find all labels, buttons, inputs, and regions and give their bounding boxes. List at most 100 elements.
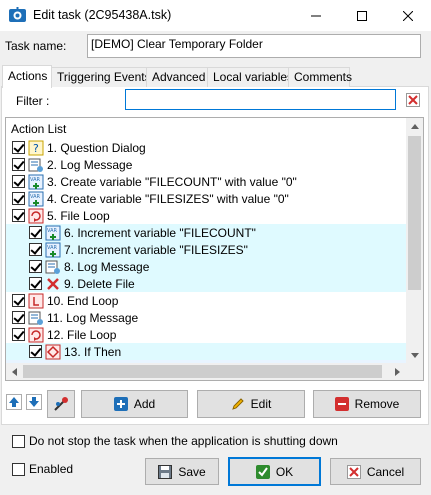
list-item[interactable]: VAR 3. Create variable "FILECOUNT" with … bbox=[6, 173, 408, 190]
svg-text:VAR: VAR bbox=[47, 245, 58, 251]
item-label: 12. File Loop bbox=[47, 327, 117, 342]
item-checkbox[interactable] bbox=[29, 277, 42, 290]
tab-triggering-events[interactable]: Triggering Events bbox=[51, 67, 151, 87]
ok-button-label: OK bbox=[275, 464, 294, 479]
item-label: 1. Question Dialog bbox=[47, 140, 146, 155]
list-item[interactable]: VAR 7. Increment variable "FILESIZES" bbox=[6, 241, 408, 258]
list-item[interactable]: ? 1. Question Dialog bbox=[6, 139, 408, 156]
minimize-button[interactable] bbox=[293, 0, 339, 31]
list-item[interactable]: 8. Log Message bbox=[6, 258, 408, 275]
ok-button[interactable]: OK bbox=[228, 457, 321, 486]
item-label: 7. Increment variable "FILESIZES" bbox=[64, 242, 248, 257]
item-checkbox[interactable] bbox=[29, 260, 42, 273]
svg-text:VAR: VAR bbox=[30, 194, 41, 200]
enabled-option[interactable]: Enabled bbox=[12, 462, 73, 476]
maximize-button[interactable] bbox=[339, 0, 385, 31]
svg-text:VAR: VAR bbox=[30, 177, 41, 183]
variable-icon: VAR bbox=[45, 242, 61, 257]
svg-text:?: ? bbox=[33, 142, 39, 155]
maximize-icon bbox=[357, 10, 367, 21]
item-label: 2. Log Message bbox=[47, 157, 133, 172]
floppy-icon bbox=[158, 464, 173, 479]
item-label: 4. Create variable "FILESIZES" with valu… bbox=[47, 191, 289, 206]
enabled-checkbox[interactable] bbox=[12, 462, 25, 476]
item-checkbox[interactable] bbox=[12, 158, 25, 171]
pencil-icon bbox=[231, 398, 244, 410]
list-item[interactable]: 12. File Loop bbox=[6, 326, 408, 343]
tab-comments[interactable]: Comments bbox=[288, 67, 352, 87]
item-label: 6. Increment variable "FILECOUNT" bbox=[64, 225, 256, 240]
clear-filter-icon bbox=[406, 93, 420, 107]
arrow-up-icon bbox=[9, 397, 19, 407]
item-checkbox[interactable] bbox=[12, 209, 25, 222]
list-item[interactable]: 11. Log Message bbox=[6, 309, 408, 326]
filter-label: Filter : bbox=[16, 94, 50, 108]
do-not-stop-checkbox[interactable] bbox=[12, 434, 25, 448]
vertical-scroll-thumb[interactable] bbox=[408, 136, 421, 290]
item-checkbox[interactable] bbox=[12, 141, 25, 154]
item-label: 3. Create variable "FILECOUNT" with valu… bbox=[47, 174, 297, 189]
item-checkbox[interactable] bbox=[12, 294, 25, 307]
item-checkbox[interactable] bbox=[12, 175, 25, 188]
log-icon bbox=[45, 260, 60, 274]
list-item[interactable]: 5. File Loop bbox=[6, 207, 408, 224]
move-down-button[interactable] bbox=[26, 394, 42, 410]
loop-icon bbox=[28, 208, 44, 223]
add-button[interactable]: Add bbox=[81, 390, 188, 418]
list-item[interactable]: 2. Log Message bbox=[6, 156, 408, 173]
item-checkbox[interactable] bbox=[29, 226, 42, 239]
remove-button[interactable]: Remove bbox=[313, 390, 421, 418]
minus-icon bbox=[334, 397, 349, 411]
horizontal-scroll-thumb[interactable] bbox=[23, 365, 382, 378]
action-list[interactable]: Action List ? 1. Question Dialog 2. Log … bbox=[5, 117, 424, 381]
svg-text:VAR: VAR bbox=[47, 228, 58, 234]
variable-icon: VAR bbox=[28, 191, 44, 206]
list-item[interactable]: 13. If Then bbox=[6, 343, 408, 360]
list-item[interactable]: VAR 4. Create variable "FILESIZES" with … bbox=[6, 190, 408, 207]
test-action-button[interactable] bbox=[47, 390, 75, 418]
horizontal-scrollbar[interactable] bbox=[6, 363, 423, 380]
enabled-label: Enabled bbox=[29, 462, 74, 476]
item-label: 8. Log Message bbox=[64, 259, 150, 274]
item-checkbox[interactable] bbox=[29, 243, 42, 256]
edit-button[interactable]: Edit bbox=[197, 390, 305, 418]
item-label: 5. File Loop bbox=[47, 208, 110, 223]
list-item[interactable]: VAR 6. Increment variable "FILECOUNT" bbox=[6, 224, 408, 241]
app-icon bbox=[9, 7, 26, 23]
close-button[interactable] bbox=[385, 0, 431, 31]
item-checkbox[interactable] bbox=[12, 192, 25, 205]
item-checkbox[interactable] bbox=[12, 311, 25, 324]
log-icon bbox=[28, 311, 43, 325]
task-name-input[interactable]: [DEMO] Clear Temporary Folder bbox=[87, 34, 421, 58]
list-item[interactable]: 10. End Loop bbox=[6, 292, 408, 309]
move-up-button[interactable] bbox=[6, 394, 22, 410]
item-checkbox[interactable] bbox=[12, 328, 25, 341]
cancel-button[interactable]: Cancel bbox=[330, 458, 421, 485]
filter-input[interactable] bbox=[125, 89, 396, 110]
scroll-left-arrow[interactable] bbox=[6, 363, 23, 380]
question-icon: ? bbox=[28, 140, 44, 155]
variable-icon: VAR bbox=[45, 225, 61, 240]
tab-actions[interactable]: Actions bbox=[2, 65, 52, 88]
plus-icon bbox=[113, 397, 128, 411]
window-title: Edit task (2C95438A.tsk) bbox=[33, 8, 172, 22]
item-checkbox[interactable] bbox=[29, 345, 42, 358]
do-not-stop-option[interactable]: Do not stop the task when the applicatio… bbox=[12, 434, 338, 448]
item-label: 13. If Then bbox=[64, 344, 122, 359]
wand-icon bbox=[54, 397, 68, 411]
clear-filter-button[interactable] bbox=[406, 93, 420, 107]
delete-icon bbox=[47, 277, 59, 290]
scroll-right-arrow[interactable] bbox=[389, 363, 406, 380]
checkmark-icon bbox=[255, 464, 270, 479]
close-icon bbox=[403, 10, 413, 21]
list-item[interactable]: 9. Delete File bbox=[6, 275, 408, 292]
tab-local-variables[interactable]: Local variables bbox=[207, 67, 293, 87]
variable-icon: VAR bbox=[28, 174, 44, 189]
tab-advanced[interactable]: Advanced bbox=[146, 67, 208, 87]
vertical-scrollbar[interactable] bbox=[406, 118, 423, 364]
edit-button-label: Edit bbox=[250, 397, 272, 411]
if-icon bbox=[45, 344, 61, 359]
save-button[interactable]: Save bbox=[145, 458, 219, 485]
scroll-down-arrow[interactable] bbox=[406, 347, 423, 364]
scroll-up-arrow[interactable] bbox=[406, 118, 423, 135]
